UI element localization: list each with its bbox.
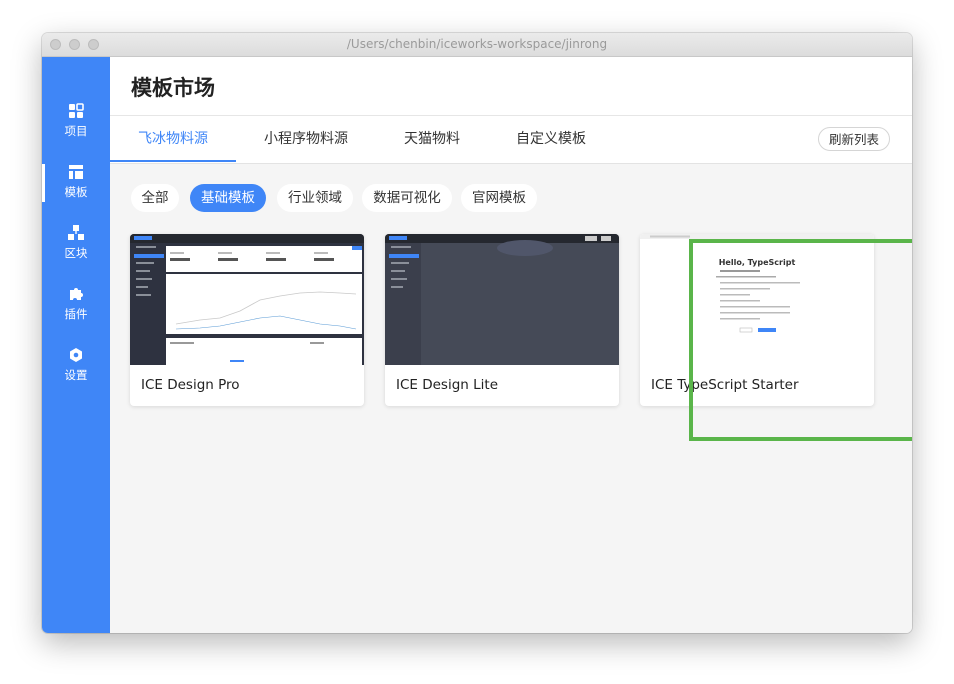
sidebar-item-label: 模板 (64, 185, 88, 199)
sidebar-item-template[interactable]: 模板 (42, 164, 110, 216)
filter-industry[interactable]: 行业领域 (277, 184, 353, 212)
filter-basic-templates[interactable]: 基础模板 (190, 184, 266, 212)
active-indicator (42, 164, 45, 202)
window-title: /Users/chenbin/iceworks-workspace/jinron… (346, 37, 608, 51)
sidebar: 项目 模板 区块 插件 设置 (42, 57, 110, 633)
tab-custom-templates[interactable]: 自定义模板 (516, 116, 586, 163)
refresh-list-button[interactable]: 刷新列表 (818, 127, 890, 151)
page-header: 模板市场 (110, 57, 912, 116)
gear-icon (70, 348, 82, 362)
sidebar-item-project[interactable]: 项目 (42, 103, 110, 155)
active-tab-underline (110, 160, 236, 162)
main-content: 模板市场 飞冰物料源 小程序物料源 天猫物料 自定义模板 刷新列表 全部 基础模… (110, 57, 912, 633)
filter-data-visualization[interactable]: 数据可视化 (362, 184, 452, 212)
sidebar-item-label: 设置 (64, 368, 88, 382)
sidebar-item-label: 项目 (64, 124, 88, 138)
tab-miniprogram-materials[interactable]: 小程序物料源 (264, 116, 348, 163)
app-window: /Users/chenbin/iceworks-workspace/jinron… (42, 33, 912, 633)
source-tabs: 飞冰物料源 小程序物料源 天猫物料 自定义模板 刷新列表 (110, 116, 912, 164)
template-layout-icon (69, 165, 83, 179)
template-preview-image (385, 234, 619, 365)
puzzle-icon (70, 288, 83, 300)
sidebar-item-blocks[interactable]: 区块 (42, 225, 110, 277)
template-preview-image (130, 234, 364, 365)
template-name: ICE Design Lite (396, 377, 499, 393)
selection-highlight-box (689, 239, 912, 441)
blocks-icon (68, 225, 84, 240)
tab-tmall-materials[interactable]: 天猫物料 (404, 116, 460, 163)
filter-website-templates[interactable]: 官网模板 (461, 184, 537, 212)
tab-ice-materials[interactable]: 飞冰物料源 (138, 116, 208, 163)
project-grid-icon (69, 103, 84, 118)
filter-all[interactable]: 全部 (131, 184, 179, 212)
template-name: ICE Design Pro (141, 377, 240, 393)
sidebar-item-label: 区块 (64, 246, 88, 260)
title-bar: /Users/chenbin/iceworks-workspace/jinron… (42, 33, 912, 57)
sidebar-item-settings[interactable]: 设置 (42, 347, 110, 399)
sidebar-item-plugins[interactable]: 插件 (42, 286, 110, 338)
page-title: 模板市场 (131, 76, 215, 100)
template-card-ice-design-lite[interactable]: ICE Design Lite (385, 234, 619, 406)
sidebar-item-label: 插件 (64, 307, 88, 321)
template-card-ice-design-pro[interactable]: ICE Design Pro (130, 234, 364, 406)
